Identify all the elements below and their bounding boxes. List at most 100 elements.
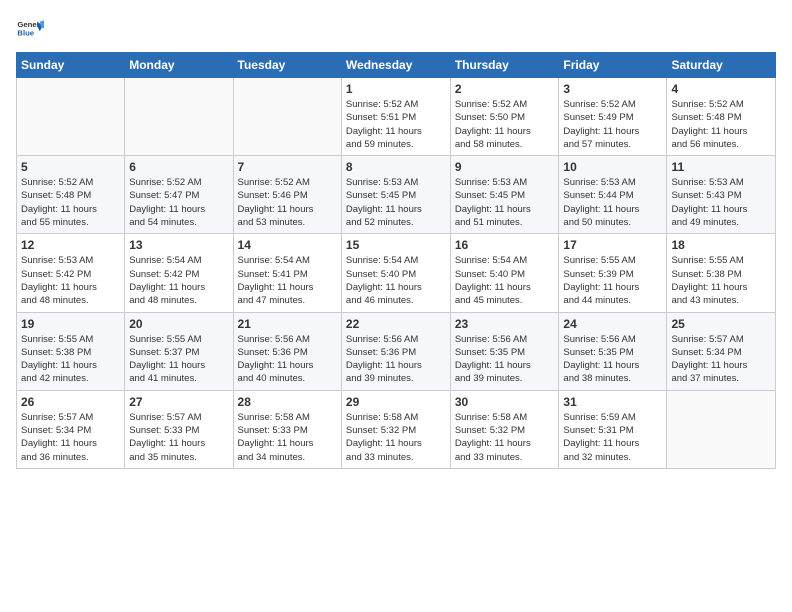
day-info: Sunrise: 5:57 AM Sunset: 5:34 PM Dayligh… (21, 411, 120, 464)
weekday-header-row: SundayMondayTuesdayWednesdayThursdayFrid… (17, 53, 776, 78)
day-info: Sunrise: 5:55 AM Sunset: 5:39 PM Dayligh… (563, 254, 662, 307)
day-number: 24 (563, 317, 662, 331)
day-number: 14 (238, 238, 337, 252)
day-info: Sunrise: 5:53 AM Sunset: 5:45 PM Dayligh… (455, 176, 555, 229)
day-number: 25 (671, 317, 771, 331)
day-cell: 22 Sunrise: 5:56 AM Sunset: 5:36 PM Dayli… (341, 312, 450, 390)
weekday-header-thursday: Thursday (450, 53, 559, 78)
day-cell (667, 390, 776, 468)
day-number: 4 (671, 82, 771, 96)
day-number: 22 (346, 317, 446, 331)
day-info: Sunrise: 5:54 AM Sunset: 5:41 PM Dayligh… (238, 254, 337, 307)
day-cell: 14 Sunrise: 5:54 AM Sunset: 5:41 PM Dayli… (233, 234, 341, 312)
day-info: Sunrise: 5:56 AM Sunset: 5:35 PM Dayligh… (563, 333, 662, 386)
weekday-header-sunday: Sunday (17, 53, 125, 78)
day-number: 31 (563, 395, 662, 409)
day-cell: 21 Sunrise: 5:56 AM Sunset: 5:36 PM Dayli… (233, 312, 341, 390)
day-cell: 28Sunrise: 5:58 AM Sunset: 5:33 PM Dayli… (233, 390, 341, 468)
day-cell: 31 Sunrise: 5:59 AM Sunset: 5:31 PM Dayli… (559, 390, 667, 468)
day-info: Sunrise: 5:56 AM Sunset: 5:35 PM Dayligh… (455, 333, 555, 386)
week-row-4: 19 Sunrise: 5:55 AM Sunset: 5:38 PM Dayli… (17, 312, 776, 390)
day-info: Sunrise: 5:53 AM Sunset: 5:43 PM Dayligh… (671, 176, 771, 229)
day-cell: 19 Sunrise: 5:55 AM Sunset: 5:38 PM Dayli… (17, 312, 125, 390)
day-cell: 3Sunrise: 5:52 AM Sunset: 5:49 PM Daylig… (559, 78, 667, 156)
day-cell: 12 Sunrise: 5:53 AM Sunset: 5:42 PM Dayli… (17, 234, 125, 312)
day-number: 13 (129, 238, 228, 252)
day-cell: 2 Sunrise: 5:52 AM Sunset: 5:50 PM Daylig… (450, 78, 559, 156)
day-number: 19 (21, 317, 120, 331)
weekday-header-wednesday: Wednesday (341, 53, 450, 78)
day-cell (125, 78, 233, 156)
day-info: Sunrise: 5:55 AM Sunset: 5:37 PM Dayligh… (129, 333, 228, 386)
day-info: Sunrise: 5:55 AM Sunset: 5:38 PM Dayligh… (671, 254, 771, 307)
day-number: 29 (346, 395, 446, 409)
day-info: Sunrise: 5:54 AM Sunset: 5:42 PM Dayligh… (129, 254, 228, 307)
day-cell: 18 Sunrise: 5:55 AM Sunset: 5:38 PM Dayli… (667, 234, 776, 312)
day-cell (17, 78, 125, 156)
day-cell: 29 Sunrise: 5:58 AM Sunset: 5:32 PM Dayli… (341, 390, 450, 468)
svg-text:Blue: Blue (17, 29, 34, 38)
day-cell: 20 Sunrise: 5:55 AM Sunset: 5:37 PM Dayli… (125, 312, 233, 390)
day-cell: 5 Sunrise: 5:52 AM Sunset: 5:48 PM Daylig… (17, 156, 125, 234)
day-cell: 16 Sunrise: 5:54 AM Sunset: 5:40 PM Dayli… (450, 234, 559, 312)
day-cell: 10 Sunrise: 5:53 AM Sunset: 5:44 PM Dayli… (559, 156, 667, 234)
day-cell: 1Sunrise: 5:52 AM Sunset: 5:51 PM Daylig… (341, 78, 450, 156)
day-number: 20 (129, 317, 228, 331)
calendar-table: SundayMondayTuesdayWednesdayThursdayFrid… (16, 52, 776, 469)
week-row-2: 5 Sunrise: 5:52 AM Sunset: 5:48 PM Daylig… (17, 156, 776, 234)
day-number: 8 (346, 160, 446, 174)
day-cell: 11 Sunrise: 5:53 AM Sunset: 5:43 PM Dayli… (667, 156, 776, 234)
day-number: 15 (346, 238, 446, 252)
day-cell: 15Sunrise: 5:54 AM Sunset: 5:40 PM Dayli… (341, 234, 450, 312)
day-info: Sunrise: 5:53 AM Sunset: 5:45 PM Dayligh… (346, 176, 446, 229)
day-number: 7 (238, 160, 337, 174)
day-info: Sunrise: 5:52 AM Sunset: 5:48 PM Dayligh… (671, 98, 771, 151)
day-info: Sunrise: 5:52 AM Sunset: 5:46 PM Dayligh… (238, 176, 337, 229)
day-cell (233, 78, 341, 156)
day-number: 26 (21, 395, 120, 409)
day-number: 1 (346, 82, 446, 96)
day-cell: 30 Sunrise: 5:58 AM Sunset: 5:32 PM Dayli… (450, 390, 559, 468)
day-number: 5 (21, 160, 120, 174)
day-info: Sunrise: 5:54 AM Sunset: 5:40 PM Dayligh… (455, 254, 555, 307)
day-number: 27 (129, 395, 228, 409)
day-info: Sunrise: 5:56 AM Sunset: 5:36 PM Dayligh… (346, 333, 446, 386)
day-info: Sunrise: 5:52 AM Sunset: 5:50 PM Dayligh… (455, 98, 555, 151)
page-header: General Blue (16, 16, 776, 44)
day-number: 2 (455, 82, 555, 96)
day-cell: 23Sunrise: 5:56 AM Sunset: 5:35 PM Dayli… (450, 312, 559, 390)
day-info: Sunrise: 5:58 AM Sunset: 5:33 PM Dayligh… (238, 411, 337, 464)
weekday-header-saturday: Saturday (667, 53, 776, 78)
day-info: Sunrise: 5:55 AM Sunset: 5:38 PM Dayligh… (21, 333, 120, 386)
weekday-header-tuesday: Tuesday (233, 53, 341, 78)
day-cell: 25 Sunrise: 5:57 AM Sunset: 5:34 PM Dayli… (667, 312, 776, 390)
day-info: Sunrise: 5:59 AM Sunset: 5:31 PM Dayligh… (563, 411, 662, 464)
day-info: Sunrise: 5:58 AM Sunset: 5:32 PM Dayligh… (346, 411, 446, 464)
day-info: Sunrise: 5:53 AM Sunset: 5:42 PM Dayligh… (21, 254, 120, 307)
day-number: 17 (563, 238, 662, 252)
day-info: Sunrise: 5:57 AM Sunset: 5:33 PM Dayligh… (129, 411, 228, 464)
week-row-3: 12 Sunrise: 5:53 AM Sunset: 5:42 PM Dayli… (17, 234, 776, 312)
day-number: 18 (671, 238, 771, 252)
day-cell: 27 Sunrise: 5:57 AM Sunset: 5:33 PM Dayli… (125, 390, 233, 468)
day-cell: 9 Sunrise: 5:53 AM Sunset: 5:45 PM Daylig… (450, 156, 559, 234)
day-cell: 17 Sunrise: 5:55 AM Sunset: 5:39 PM Dayli… (559, 234, 667, 312)
day-number: 16 (455, 238, 555, 252)
day-info: Sunrise: 5:56 AM Sunset: 5:36 PM Dayligh… (238, 333, 337, 386)
day-number: 12 (21, 238, 120, 252)
day-cell: 8 Sunrise: 5:53 AM Sunset: 5:45 PM Daylig… (341, 156, 450, 234)
day-info: Sunrise: 5:58 AM Sunset: 5:32 PM Dayligh… (455, 411, 555, 464)
day-number: 11 (671, 160, 771, 174)
day-number: 21 (238, 317, 337, 331)
day-cell: 13 Sunrise: 5:54 AM Sunset: 5:42 PM Dayli… (125, 234, 233, 312)
day-number: 9 (455, 160, 555, 174)
day-number: 3 (563, 82, 662, 96)
day-info: Sunrise: 5:57 AM Sunset: 5:34 PM Dayligh… (671, 333, 771, 386)
day-number: 30 (455, 395, 555, 409)
logo-icon: General Blue (16, 16, 44, 44)
day-info: Sunrise: 5:52 AM Sunset: 5:48 PM Dayligh… (21, 176, 120, 229)
day-info: Sunrise: 5:53 AM Sunset: 5:44 PM Dayligh… (563, 176, 662, 229)
week-row-1: 1Sunrise: 5:52 AM Sunset: 5:51 PM Daylig… (17, 78, 776, 156)
day-number: 10 (563, 160, 662, 174)
week-row-5: 26 Sunrise: 5:57 AM Sunset: 5:34 PM Dayli… (17, 390, 776, 468)
